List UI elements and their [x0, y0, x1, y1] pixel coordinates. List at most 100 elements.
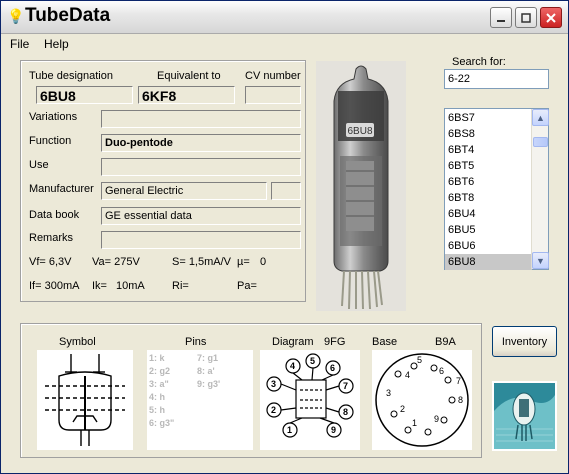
tube-photo: 6BU8: [316, 61, 406, 311]
pin-entry: 1: k: [149, 353, 165, 363]
pin-entry: 6: g3": [149, 418, 175, 428]
function-label: Function: [29, 135, 72, 147]
svg-text:1: 1: [287, 425, 292, 435]
svg-text:9: 9: [331, 425, 336, 435]
va-value: Va= 275V: [92, 256, 140, 268]
pin-entry: 5: h: [149, 405, 166, 415]
chevron-down-icon: ▼: [536, 255, 545, 266]
diagram-label: Diagram: [272, 336, 314, 348]
mu-label: µ=: [237, 256, 250, 268]
list-item[interactable]: 6BT8: [445, 190, 532, 206]
designation-field[interactable]: 6BU8: [36, 86, 133, 104]
function-field[interactable]: Duo-pentode: [101, 134, 301, 152]
manufacturer-label: Manufacturer: [29, 183, 94, 195]
designation-label: Tube designation: [29, 70, 113, 82]
tube-list[interactable]: 6BS7 6BS8 6BT4 6BT5 6BT6 6BT8 6BU4 6BU5 6BU6 6BU8…: [444, 108, 549, 270]
mu-value: 0: [260, 256, 267, 268]
svg-text:7: 7: [343, 381, 348, 391]
pin-entry: 7: g1: [197, 353, 219, 363]
manufacturer-code-field[interactable]: [271, 182, 301, 200]
manufacturer-field[interactable]: General Electric: [101, 182, 267, 200]
list-item[interactable]: 6BT6: [445, 174, 532, 190]
svg-text:6: 6: [330, 363, 335, 373]
remarks-label: Remarks: [29, 232, 74, 244]
pin-entry: 2: g2: [149, 366, 171, 376]
search-input[interactable]: 6-22: [444, 69, 549, 89]
scroll-down-button[interactable]: ▼: [532, 252, 549, 269]
pinout-diagram-icon: 4 5 6 3 7 2 8 1 9: [266, 353, 354, 438]
list-item[interactable]: 6BU8: [445, 254, 532, 270]
cv-label: CV number: [245, 70, 301, 82]
list-item[interactable]: 6BS8: [445, 126, 532, 142]
pins-column-1: 1: k 2: g2 3: a" 4: h 5: h 6: g3": [149, 352, 174, 430]
inventory-button[interactable]: Inventory: [492, 326, 557, 357]
list-scrollbar[interactable]: ▲ ▼: [531, 109, 549, 269]
window-title: TubeData: [25, 5, 111, 26]
svg-text:5: 5: [417, 355, 422, 365]
s-value: S= 1,5mA/V: [172, 256, 232, 268]
base-label: Base: [372, 336, 398, 348]
title-bar[interactable]: 💡 TubeData: [1, 1, 568, 34]
svg-text:8: 8: [458, 395, 463, 405]
pin-entry: 4: h: [149, 392, 166, 402]
search-label: Search for:: [452, 56, 506, 68]
base-image: 45 6 7 8 9 23 1: [372, 350, 472, 450]
list-item[interactable]: 6BU4: [445, 206, 532, 222]
svg-text:7: 7: [456, 376, 461, 386]
menu-file[interactable]: File: [10, 37, 29, 51]
svg-text:4: 4: [290, 361, 295, 371]
use-field[interactable]: [101, 158, 301, 176]
diagram-code: 9FG: [324, 336, 346, 348]
list-item[interactable]: 6BS7: [445, 110, 532, 126]
svg-text:8: 8: [343, 407, 348, 417]
equivalent-label: Equivalent to: [157, 70, 221, 82]
pa-label: Pa=: [237, 280, 257, 292]
variations-field[interactable]: [101, 110, 301, 128]
pins-box: 1: k 2: g2 3: a" 4: h 5: h 6: g3" 7: g1 …: [147, 350, 253, 450]
databook-label: Data book: [29, 209, 80, 221]
close-button[interactable]: [540, 7, 562, 28]
ri-label: Ri=: [172, 280, 189, 292]
svg-text:6BU8: 6BU8: [347, 126, 372, 137]
list-item[interactable]: 6BT4: [445, 142, 532, 158]
maximize-button[interactable]: [515, 7, 537, 28]
svg-text:2: 2: [400, 404, 405, 414]
svg-text:4: 4: [405, 370, 410, 380]
databook-field[interactable]: GE essential data: [101, 207, 301, 225]
bulb-icon: 💡: [7, 8, 25, 24]
tube-symbol-icon: [45, 354, 125, 446]
variations-label: Variations: [29, 111, 78, 123]
pin-entry: 9: g3': [197, 379, 221, 389]
cv-field[interactable]: [245, 86, 301, 104]
remarks-field[interactable]: [101, 231, 301, 249]
list-item[interactable]: 6BU6: [445, 238, 532, 254]
svg-text:1: 1: [412, 418, 417, 428]
app-logo: [492, 381, 557, 451]
minimize-button[interactable]: [490, 7, 512, 28]
vf-value: Vf= 6,3V: [29, 256, 72, 268]
equivalent-field[interactable]: 6KF8: [138, 86, 235, 104]
base-code: B9A: [435, 336, 456, 348]
ik-value: 10mA: [116, 280, 145, 292]
pin-entry: 8: a': [197, 366, 215, 376]
use-label: Use: [29, 159, 49, 171]
base-pinout-icon: 45 6 7 8 9 23 1: [375, 353, 469, 447]
pins-label: Pins: [185, 336, 207, 348]
if-value: If= 300mA: [29, 280, 80, 292]
scroll-thumb[interactable]: [533, 137, 548, 147]
svg-text:3: 3: [386, 388, 391, 398]
svg-text:6: 6: [439, 366, 444, 376]
list-item[interactable]: 6BT5: [445, 158, 532, 174]
minimize-icon: [497, 19, 505, 22]
tube-info-panel: Tube designation Equivalent to CV number…: [20, 60, 306, 302]
menu-help[interactable]: Help: [44, 37, 69, 51]
svg-text:3: 3: [271, 379, 276, 389]
maximize-icon: [521, 12, 531, 23]
svg-text:2: 2: [271, 405, 276, 415]
chevron-up-icon: ▲: [536, 112, 545, 123]
svg-text:5: 5: [310, 356, 315, 366]
svg-text:9: 9: [434, 414, 439, 424]
list-item[interactable]: 6BU5: [445, 222, 532, 238]
pin-entry: 3: a": [149, 379, 169, 389]
scroll-up-button[interactable]: ▲: [532, 109, 549, 126]
